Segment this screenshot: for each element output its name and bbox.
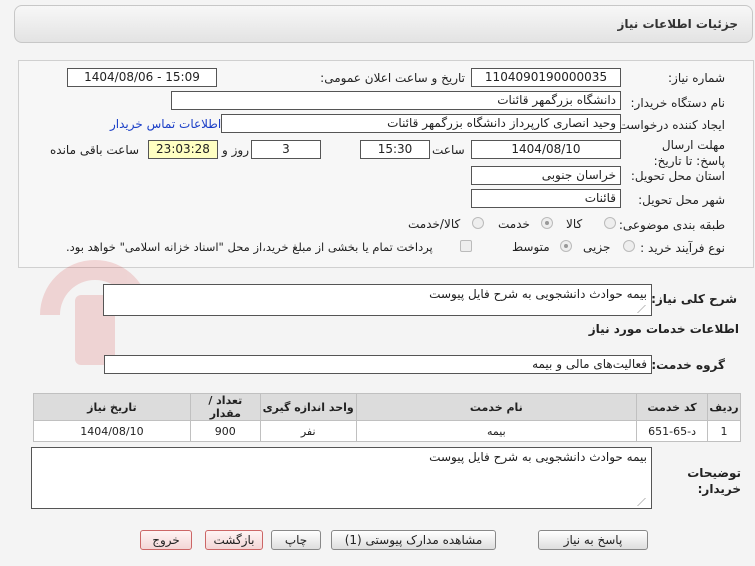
days-field: 3 <box>251 140 321 159</box>
city-label: شهر محل تحویل: <box>638 193 725 207</box>
summary-text: بیمه حوادث دانشجویی به شرح فایل پیوست <box>429 287 647 301</box>
resize-grip-icon[interactable] <box>637 498 653 506</box>
col-unit: واحد اندازه گیری <box>259 393 357 421</box>
process-option-minor: جزیی <box>583 240 611 254</box>
days-label: روز و <box>222 143 249 157</box>
col-row-number: ردیف <box>707 393 741 421</box>
resize-grip-icon[interactable] <box>637 305 653 313</box>
summary-label: شرح کلی نیاز: <box>651 292 737 306</box>
cell-service-code: د-65-651 <box>636 420 709 442</box>
col-quantity: تعداد / مقدار <box>189 393 261 421</box>
category-radio-goods[interactable] <box>604 217 616 229</box>
process-label: نوع فرآیند خرید : <box>640 241 725 255</box>
requester-label: ایجاد کننده درخواست: <box>614 118 725 132</box>
reply-button[interactable]: پاسخ به نیاز <box>538 530 648 550</box>
category-option-service: خدمت <box>498 217 530 231</box>
deadline-label: مهلت ارسال پاسخ: تا تاریخ: <box>653 138 725 168</box>
table-row: 1 د-65-651 بیمه نفر 900 1404/08/10 <box>33 420 741 442</box>
title-bar: جزئیات اطلاعات نیاز <box>14 5 753 43</box>
services-table: ردیف کد خدمت نام خدمت واحد اندازه گیری ت… <box>33 393 741 442</box>
announce-label: تاریخ و ساعت اعلان عمومی: <box>320 71 465 85</box>
announce-date-field: 1404/08/06 - 15:09 <box>67 68 217 87</box>
category-label: طبقه بندی موضوعی: <box>618 218 725 232</box>
payment-note: پرداخت تمام یا بخشی از مبلغ خرید،از محل … <box>66 240 433 254</box>
cell-need-date: 1404/08/10 <box>33 420 191 442</box>
col-service-name: نام خدمت <box>355 393 638 421</box>
view-attachments-button[interactable]: مشاهده مدارک پیوستی (1) <box>331 530 496 550</box>
buyer-notes-label: توضیحات خریدار: <box>687 466 741 496</box>
need-number-label: شماره نیاز: <box>668 71 725 85</box>
need-number-field: 1104090190000035 <box>471 68 621 87</box>
remaining-time-field: 23:03:28 <box>148 140 218 159</box>
summary-field: بیمه حوادث دانشجویی به شرح فایل پیوست <box>103 284 653 316</box>
col-need-date: تاریخ نیاز <box>33 393 191 421</box>
remaining-label: ساعت باقی مانده <box>50 143 140 157</box>
page-title: جزئیات اطلاعات نیاز <box>617 17 738 31</box>
cell-quantity: 900 <box>189 420 261 442</box>
deadline-date-field: 1404/08/10 <box>471 140 621 159</box>
table-header-row: ردیف کد خدمت نام خدمت واحد اندازه گیری ت… <box>33 393 741 421</box>
category-option-goods-service: کالا/خدمت <box>408 217 461 231</box>
cell-row-number: 1 <box>707 420 741 442</box>
process-radio-medium[interactable] <box>560 240 572 252</box>
process-option-medium: متوسط <box>512 240 550 254</box>
buyer-org-label: نام دستگاه خریدار: <box>630 96 726 110</box>
col-service-code: کد خدمت <box>636 393 709 421</box>
cell-unit: نفر <box>259 420 357 442</box>
exit-button[interactable]: خروج <box>140 530 192 550</box>
province-field: خراسان جنوبی <box>471 166 621 185</box>
deadline-time-field: 15:30 <box>360 140 430 159</box>
print-button[interactable]: چاپ <box>271 530 321 550</box>
requester-field: وحید انصاری کارپرداز دانشگاه بزرگمهر قائ… <box>221 114 621 133</box>
service-group-field: فعالیت‌های مالی و بیمه <box>104 355 652 374</box>
category-option-goods: کالا <box>566 217 583 231</box>
buyer-notes-field: بیمه حوادث دانشجویی به شرح فایل پیوست <box>31 447 653 509</box>
buyer-contact-link[interactable]: اطلاعات تماس خریدار <box>110 117 221 131</box>
province-label: استان محل تحویل: <box>630 169 725 183</box>
buyer-org-field: دانشگاه بزرگمهر قائنات <box>171 91 621 110</box>
treasury-payment-checkbox[interactable] <box>460 240 472 252</box>
process-radio-minor[interactable] <box>623 240 635 252</box>
time-label: ساعت <box>432 143 465 157</box>
services-section-title: اطلاعات خدمات مورد نیاز <box>588 322 739 336</box>
service-group-label: گروه خدمت: <box>651 358 725 372</box>
back-button[interactable]: بازگشت <box>205 530 263 550</box>
category-radio-goods-service[interactable] <box>472 217 484 229</box>
buyer-notes-text: بیمه حوادث دانشجویی به شرح فایل پیوست <box>429 450 647 464</box>
category-radio-service[interactable] <box>541 217 553 229</box>
cell-service-name: بیمه <box>355 420 638 442</box>
city-field: قائنات <box>471 189 621 208</box>
